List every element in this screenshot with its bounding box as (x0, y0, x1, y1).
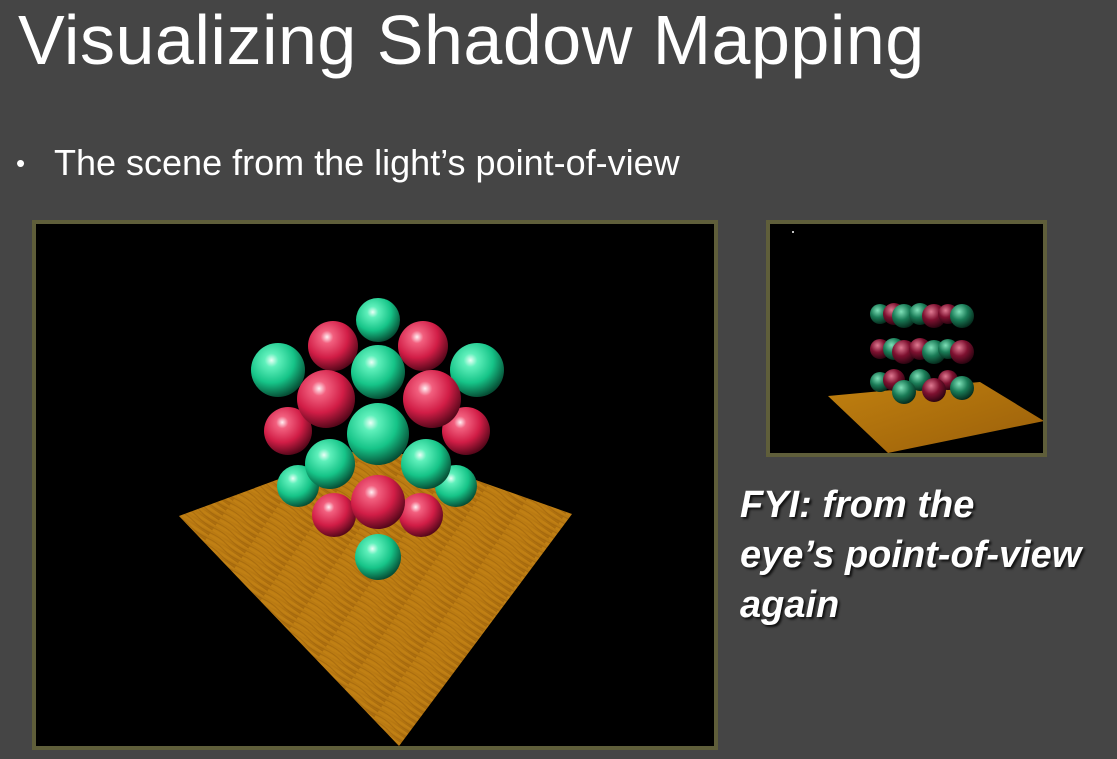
eye-view-figure (766, 220, 1047, 457)
fyi-line: eye’s point-of-view (740, 534, 1082, 576)
fyi-line: again (740, 584, 840, 626)
slide-title: Visualizing Shadow Mapping (18, 1, 925, 79)
light-view-render (179, 298, 572, 746)
fyi-note: FYI: from the eye’s point-of-view again (740, 480, 1081, 630)
eye-view-render (792, 231, 1043, 453)
light-view-figure (32, 220, 718, 750)
bullet-dot-icon: • (16, 148, 26, 178)
fyi-line: FYI: from the (740, 484, 975, 526)
bullet-text: The scene from the light’s point-of-view (54, 142, 680, 183)
bullet-item: • The scene from the light’s point-of-vi… (14, 141, 680, 185)
